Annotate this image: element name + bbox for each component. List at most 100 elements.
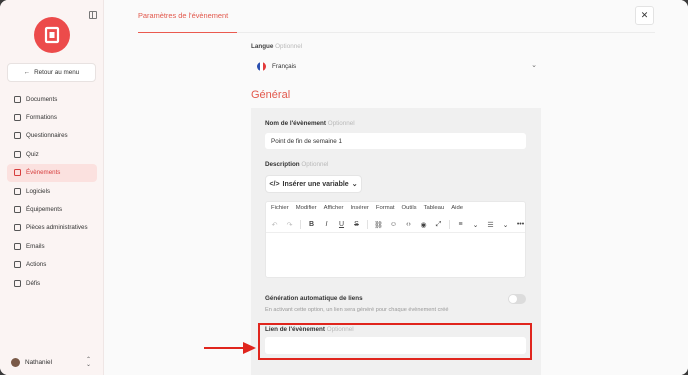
sidebar-item[interactable]: Emails xyxy=(7,237,97,255)
editor-menubar: Fichier Modifier Afficher Insérer Format Outi… xyxy=(271,205,463,211)
sidebar-item[interactable]: Logiciels xyxy=(7,182,97,200)
mouse-icon xyxy=(14,187,21,195)
sidebar-item-label: Formations xyxy=(26,114,57,122)
event-name-input[interactable]: Point de fin de semaine 1 xyxy=(265,133,526,149)
document-icon xyxy=(14,95,21,103)
code-view-icon[interactable]: ‹› xyxy=(404,220,413,229)
strikethrough-icon[interactable]: S xyxy=(352,220,361,229)
sidebar-item[interactable]: Quiz xyxy=(7,145,97,163)
sidebar-item[interactable]: Questionnaires xyxy=(7,127,97,145)
sidebar-item-label: Actions xyxy=(26,261,47,269)
optional-tag: Optionnel xyxy=(326,326,354,333)
sidebar-item[interactable]: Formations xyxy=(7,108,97,126)
bold-icon[interactable]: B xyxy=(307,220,316,229)
sidebar-item-label: Quiz xyxy=(26,150,39,158)
optional-tag: Optionnel xyxy=(327,120,355,127)
auto-link-description: En activant cette option, un lien sera g… xyxy=(265,307,449,313)
sidebar-item[interactable]: Pièces administratives xyxy=(7,219,97,237)
sidebar-item-label: Évènements xyxy=(26,169,61,177)
editor-menu-item[interactable]: Insérer xyxy=(351,205,369,211)
sidebar-item-label: Équipements xyxy=(26,206,63,214)
language-value: Français xyxy=(272,62,297,70)
sidebar-item[interactable]: Évènements xyxy=(7,163,97,182)
id-card-icon xyxy=(14,224,21,232)
editor-menu-item[interactable]: Fichier xyxy=(271,205,289,211)
insert-variable-button[interactable]: </> Insérer une variable ⌄ xyxy=(265,175,362,193)
close-button[interactable]: ✕ xyxy=(635,6,654,25)
sidebar-item[interactable]: Défis xyxy=(7,274,97,292)
sidebar-item[interactable]: Équipements xyxy=(7,200,97,218)
sidebar: ← Retour au menu Documents Formations Ques… xyxy=(0,0,104,375)
section-title-general: Général xyxy=(251,89,291,101)
chevron-down-icon[interactable]: ⌄ xyxy=(501,220,510,229)
auto-link-toggle[interactable] xyxy=(508,294,526,304)
close-icon: ✕ xyxy=(640,10,649,20)
description-label: Description Optionnel xyxy=(265,161,329,168)
sidebar-item-label: Documents xyxy=(26,95,58,103)
sidebar-item[interactable]: Actions xyxy=(7,256,97,274)
optional-tag: Optionnel xyxy=(301,161,329,168)
sidebar-item-label: Emails xyxy=(26,242,45,250)
app-logo xyxy=(34,17,70,53)
tab-underline xyxy=(138,32,237,33)
header-divider xyxy=(237,32,655,33)
french-flag-icon xyxy=(257,61,266,71)
editor-menu-item[interactable]: Aide xyxy=(451,205,463,211)
avatar xyxy=(11,358,20,367)
optional-tag: Optionnel xyxy=(275,43,303,50)
auto-link-label: Génération automatique de liens xyxy=(265,295,363,302)
redo-icon[interactable]: ↷ xyxy=(285,220,294,229)
user-menu[interactable]: Nathaniel xyxy=(11,358,52,367)
back-to-menu-button[interactable]: ← Retour au menu xyxy=(7,63,96,82)
chevron-down-icon: ⌄ xyxy=(531,62,537,69)
code-icon: </> xyxy=(269,180,280,188)
car-icon xyxy=(14,279,21,287)
sidebar-item[interactable]: Documents xyxy=(7,90,97,108)
mail-icon xyxy=(14,242,21,250)
numbered-list-icon[interactable]: ≡ xyxy=(456,220,465,229)
annotation-arrow-icon xyxy=(204,342,256,354)
editor-menu-item[interactable]: Tableau xyxy=(424,205,445,211)
sidebar-item-label: Logiciels xyxy=(26,187,51,195)
more-icon[interactable]: ••• xyxy=(516,220,525,229)
editor-toolbar: ↶ ↷ B I U S ⛓ ☺ ‹› ◉ ⤢ ≡ ⌄ ☰ ⌄ ••• xyxy=(270,220,525,229)
chevron-down-icon[interactable]: ⌄ xyxy=(471,220,480,229)
italic-icon[interactable]: I xyxy=(322,220,331,229)
sidebar-collapse-icon[interactable] xyxy=(89,11,97,19)
people-icon xyxy=(14,169,21,177)
editor-menu-item[interactable]: Outils xyxy=(402,205,417,211)
chat-icon xyxy=(14,150,21,158)
question-icon xyxy=(14,132,21,140)
book-icon xyxy=(14,114,21,122)
language-label: Langue Optionnel xyxy=(251,43,303,50)
event-link-input[interactable] xyxy=(265,337,526,354)
user-name: Nathaniel xyxy=(25,359,53,366)
chevron-up-down-icon[interactable]: ⌃ ⌄ xyxy=(86,357,91,368)
tab-event-settings[interactable]: Paramètres de l'évènement xyxy=(138,11,228,20)
editor-menu-item[interactable]: Modifier xyxy=(296,205,317,211)
editor-menu-item[interactable]: Afficher xyxy=(324,205,344,211)
emoji-icon[interactable]: ☺ xyxy=(389,220,398,229)
main-content: Paramètres de l'évènement ✕ Langue Optio… xyxy=(104,0,688,375)
chevron-down-icon: ⌄ xyxy=(351,181,358,188)
bullet-list-icon[interactable]: ☰ xyxy=(486,220,495,229)
event-link-label: Lien de l'évènement Optionnel xyxy=(265,326,354,333)
fullscreen-icon[interactable]: ⤢ xyxy=(434,220,443,229)
sidebar-item-label: Pièces administratives xyxy=(26,224,88,232)
sidebar-item-label: Questionnaires xyxy=(26,132,68,140)
undo-icon[interactable]: ↶ xyxy=(270,220,279,229)
app-window: ← Retour au menu Documents Formations Ques… xyxy=(0,0,688,375)
monitor-icon xyxy=(14,206,21,214)
sidebar-item-label: Défis xyxy=(26,279,41,287)
description-editor[interactable]: Fichier Modifier Afficher Insérer Format Outi… xyxy=(265,201,526,278)
event-name-label: Nom de l'évènement Optionnel xyxy=(265,120,355,127)
sidebar-nav: Documents Formations Questionnaires Quiz Évè… xyxy=(7,90,97,292)
arrow-left-icon: ← xyxy=(23,69,31,76)
editor-menu-item[interactable]: Format xyxy=(376,205,395,211)
language-select[interactable]: Français ⌄ xyxy=(257,59,537,73)
underline-icon[interactable]: U xyxy=(337,220,346,229)
editor-divider xyxy=(266,232,525,233)
list-icon xyxy=(14,261,21,269)
link-icon[interactable]: ⛓ xyxy=(374,220,383,229)
preview-icon[interactable]: ◉ xyxy=(419,220,428,229)
